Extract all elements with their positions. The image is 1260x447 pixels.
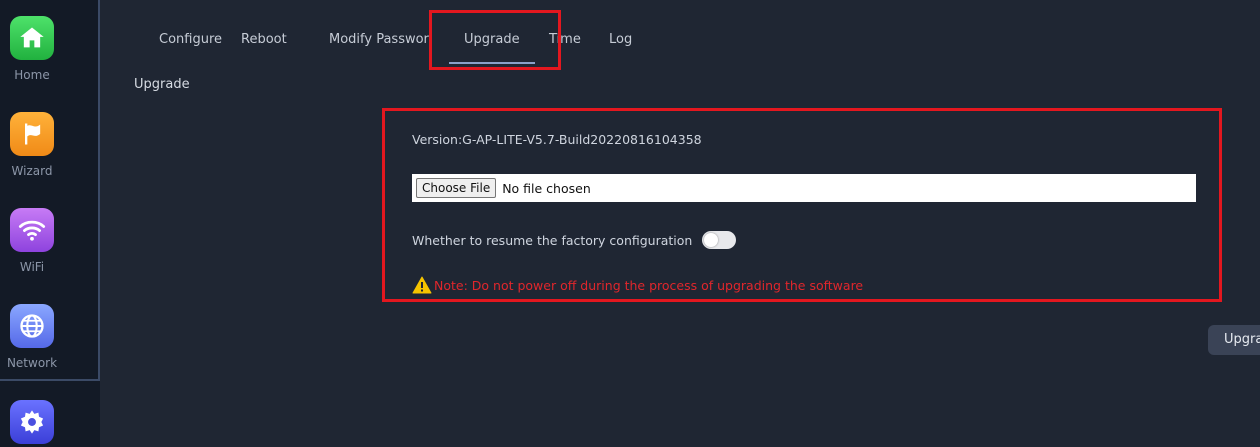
- warning-note: Note: Do not power off during the proces…: [412, 276, 863, 294]
- gear-icon: [10, 400, 54, 444]
- sidebar-item-network[interactable]: Network: [0, 296, 100, 388]
- toggle-knob: [704, 233, 719, 247]
- sidebar-item-settings[interactable]: [0, 392, 100, 447]
- sidebar-item-label: Wizard: [11, 164, 53, 178]
- globe-icon: [10, 304, 54, 348]
- sidebar-item-home[interactable]: Home: [0, 8, 100, 100]
- home-icon: [10, 16, 54, 60]
- file-status: No file chosen: [502, 180, 591, 196]
- factory-reset-toggle[interactable]: [702, 231, 737, 249]
- file-input[interactable]: Choose File No file chosen: [412, 174, 1196, 202]
- sidebar-item-label: WiFi: [19, 260, 45, 274]
- factory-reset-row: Whether to resume the factory configurat…: [412, 231, 737, 249]
- factory-reset-label: Whether to resume the factory configurat…: [412, 232, 693, 248]
- section-title: Upgrade: [134, 77, 190, 92]
- wifi-icon: [10, 208, 54, 252]
- tab-configure[interactable]: Configure: [159, 32, 222, 47]
- sidebar-item-label: Network: [6, 356, 58, 370]
- sidebar-item-label: Home: [14, 68, 50, 82]
- sidebar-item-wifi[interactable]: WiFi: [0, 200, 100, 292]
- note-text: Note: Do not power off during the proces…: [434, 277, 864, 293]
- tab-log[interactable]: Log: [609, 32, 632, 47]
- sidebar-item-wizard[interactable]: Wizard: [0, 104, 100, 196]
- router-admin-window: Home Wizard WiFi Network Configure Reboo…: [0, 0, 1260, 447]
- tab-highlight-box: [429, 10, 561, 70]
- firmware-version: Version:G-AP-LITE-V5.7-Build202208161043…: [412, 132, 702, 147]
- warning-icon: [412, 276, 432, 294]
- choose-file-button[interactable]: Choose File: [416, 178, 497, 198]
- sidebar: Home Wizard WiFi Network: [0, 0, 100, 447]
- tab-reboot[interactable]: Reboot: [241, 32, 287, 47]
- main-panel: Configure Reboot Modify Password Upgrade…: [100, 0, 1260, 447]
- tab-modify-password[interactable]: Modify Password: [329, 32, 430, 47]
- upgrade-button[interactable]: Upgrade: [1208, 325, 1260, 355]
- flag-icon: [10, 112, 54, 156]
